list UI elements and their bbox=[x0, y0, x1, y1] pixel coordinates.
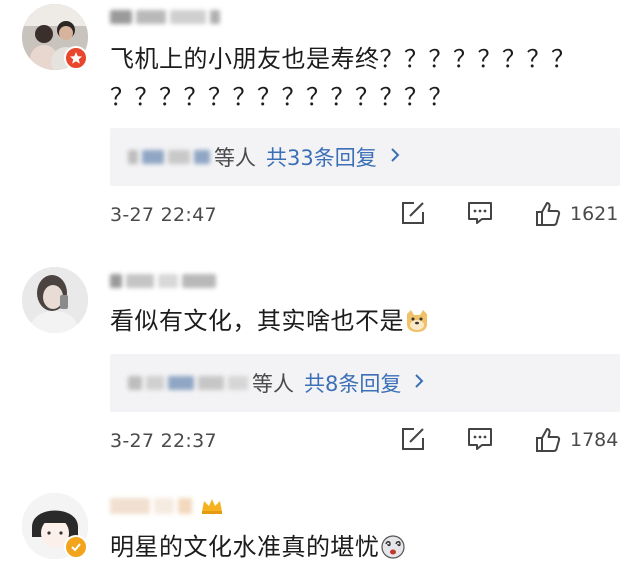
chevron-right-icon bbox=[389, 145, 401, 169]
replier-names-blurred bbox=[128, 376, 248, 390]
doge-emoji-icon bbox=[407, 310, 427, 332]
comment-icon bbox=[468, 202, 492, 224]
replier-names-blurred bbox=[128, 150, 210, 164]
comment-text: 看似有文化，其实啥也不是 bbox=[110, 302, 620, 340]
chevron-right-icon bbox=[413, 371, 425, 395]
avatar[interactable] bbox=[22, 267, 88, 333]
comment-text-line: 看似有文化，其实啥也不是 bbox=[110, 307, 404, 335]
replies-preview[interactable]: 等人 共33条回复 bbox=[110, 128, 620, 186]
like-count: 1784 bbox=[570, 429, 619, 451]
comment-text: 明星的文化水准真的堪忧 bbox=[110, 528, 620, 566]
comment-text: 飞机上的小朋友也是寿终？？？？？？？？ ？？？？？？？？？？？？？？ bbox=[110, 40, 620, 116]
comment-footer: 3-27 22:47 1621 bbox=[110, 200, 630, 232]
like-button[interactable]: 1784 bbox=[534, 426, 618, 454]
replies-others-label: 等人 bbox=[214, 146, 256, 170]
crown-badge-icon bbox=[202, 499, 222, 514]
comment-text-line: 飞机上的小朋友也是寿终？？？？？？？？ bbox=[110, 45, 576, 73]
avatar-image bbox=[22, 267, 88, 333]
verified-badge-icon bbox=[64, 46, 88, 70]
comment-button[interactable] bbox=[466, 426, 494, 452]
dizzy-emoji-icon bbox=[380, 535, 405, 559]
comment-footer: 3-27 22:37 1784 bbox=[110, 426, 630, 458]
like-button[interactable]: 1621 bbox=[534, 200, 618, 228]
replies-count-link[interactable]: 共8条回复 bbox=[304, 368, 401, 398]
username-blurred[interactable] bbox=[110, 8, 220, 26]
like-count: 1621 bbox=[570, 203, 619, 225]
replies-count-link[interactable]: 共33条回复 bbox=[266, 142, 377, 172]
thumbs-up-icon bbox=[536, 202, 561, 226]
comment-icon bbox=[468, 428, 492, 450]
timestamp: 3-27 22:37 bbox=[110, 430, 217, 452]
thumbs-up-icon bbox=[536, 428, 561, 452]
share-button[interactable] bbox=[400, 200, 426, 226]
share-button[interactable] bbox=[400, 426, 426, 452]
comment-button[interactable] bbox=[466, 200, 494, 226]
verified-badge-icon bbox=[64, 535, 88, 559]
comment-text-line: ？？？？？？？？？？？？？？ bbox=[110, 83, 453, 111]
share-icon bbox=[402, 202, 424, 224]
timestamp: 3-27 22:47 bbox=[110, 204, 217, 226]
share-icon bbox=[402, 428, 424, 450]
comment-text-line: 明星的文化水准真的堪忧 bbox=[110, 533, 380, 561]
replies-others-label: 等人 bbox=[252, 372, 294, 396]
replies-preview[interactable]: 等人 共8条回复 bbox=[110, 354, 620, 412]
username-blurred[interactable] bbox=[110, 272, 216, 290]
username-blurred[interactable] bbox=[110, 497, 224, 515]
